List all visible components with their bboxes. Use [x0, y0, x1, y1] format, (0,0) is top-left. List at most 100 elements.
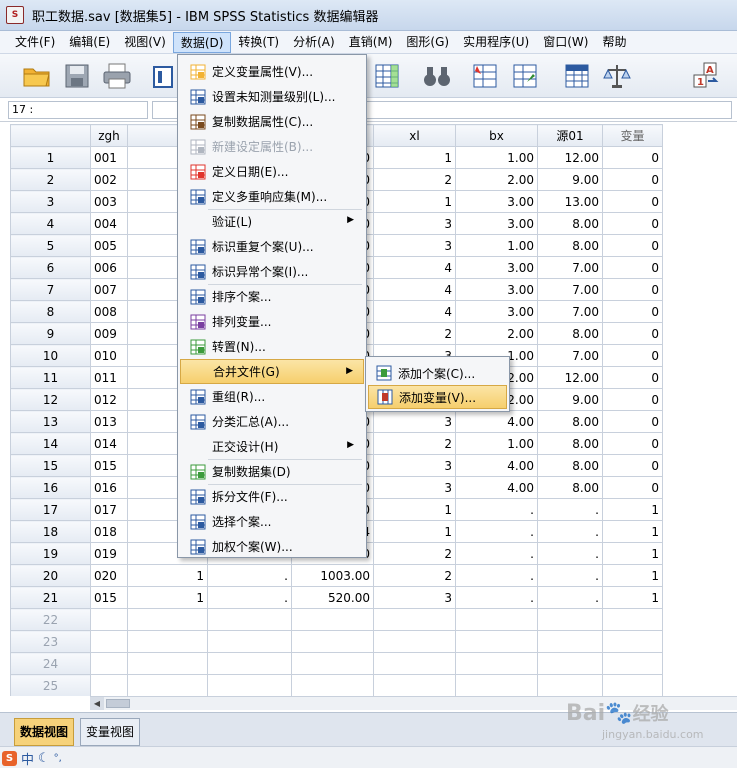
cell-col3[interactable]: . — [207, 586, 292, 609]
cell-source01[interactable]: 0 — [602, 366, 663, 389]
cell-xl[interactable]: 2.00 — [455, 168, 538, 191]
cell-bx[interactable]: . — [537, 586, 603, 609]
table-row[interactable]: 22 — [10, 608, 663, 631]
cell-col4[interactable]: 520.00 — [291, 586, 374, 609]
data-menu-item-3[interactable]: 新建设定属性(B)... — [180, 134, 364, 159]
column-header-source01[interactable]: 源01 — [537, 124, 603, 147]
insert-variable-icon[interactable] — [508, 60, 542, 92]
data-menu-item-8[interactable]: 标识异常个案(I)... — [180, 259, 364, 284]
cell-source01[interactable]: 0 — [602, 146, 663, 169]
dialog-recall-icon[interactable] — [146, 60, 180, 92]
cell-zc[interactable]: 2 — [373, 322, 456, 345]
cell-xl[interactable] — [455, 674, 538, 696]
cell-bx[interactable]: 7.00 — [537, 300, 603, 323]
cell-bx[interactable]: 8.00 — [537, 476, 603, 499]
menu-utilities[interactable]: 实用程序(U) — [456, 32, 536, 53]
cell-col3[interactable] — [207, 674, 292, 696]
row-header[interactable]: 20 — [10, 564, 91, 587]
cell-zgh[interactable]: 009 — [90, 322, 128, 345]
row-header[interactable]: 19 — [10, 542, 91, 565]
cell-zgh[interactable]: 005 — [90, 234, 128, 257]
cell-bx[interactable]: 8.00 — [537, 234, 603, 257]
cell-xb[interactable]: 1 — [127, 586, 208, 609]
cell-bx[interactable]: 8.00 — [537, 410, 603, 433]
cell-zc[interactable]: 3 — [373, 410, 456, 433]
cell-xl[interactable]: 3.00 — [455, 300, 538, 323]
cell-xl[interactable]: . — [455, 498, 538, 521]
menu-edit[interactable]: 编辑(E) — [62, 32, 117, 53]
cell-zgh[interactable]: 020 — [90, 564, 128, 587]
cell-xl[interactable]: . — [455, 520, 538, 543]
row-header[interactable]: 12 — [10, 388, 91, 411]
split-file-icon[interactable] — [560, 60, 594, 92]
row-header[interactable]: 8 — [10, 300, 91, 323]
cell-source01[interactable]: 1 — [602, 498, 663, 521]
tab-data-view[interactable]: 数据视图 — [14, 718, 75, 746]
cell-xl[interactable]: 1.00 — [455, 432, 538, 455]
data-menu-item-19[interactable]: 加权个案(W)... — [180, 534, 364, 559]
data-menu-item-11[interactable]: 转置(N)... — [180, 334, 364, 359]
cell-bx[interactable]: 9.00 — [537, 388, 603, 411]
menu-direct-marketing[interactable]: 直销(M) — [342, 32, 400, 53]
cell-xl[interactable] — [455, 608, 538, 631]
row-header[interactable]: 23 — [10, 630, 91, 653]
cell-source01[interactable]: 0 — [602, 212, 663, 235]
cell-xl[interactable]: 3.00 — [455, 190, 538, 213]
cell-source01[interactable]: 1 — [602, 542, 663, 565]
cell-col3[interactable]: . — [207, 564, 292, 587]
cell-col4[interactable] — [291, 630, 374, 653]
table-row[interactable]: 20 020 1. 1003.00 2.. 1 — [10, 564, 663, 587]
cell-xl[interactable]: 1.00 — [455, 146, 538, 169]
cell-bx[interactable]: . — [537, 542, 603, 565]
cell-source01[interactable] — [602, 630, 663, 653]
row-header[interactable]: 21 — [10, 586, 91, 609]
cell-zc[interactable]: 4 — [373, 256, 456, 279]
cell-xl[interactable] — [455, 652, 538, 675]
column-header-zgh[interactable]: zgh — [90, 124, 128, 147]
cell-source01[interactable]: 0 — [602, 234, 663, 257]
cell-xl[interactable]: 3.00 — [455, 212, 538, 235]
row-header[interactable]: 4 — [10, 212, 91, 235]
cell-bx[interactable]: 13.00 — [537, 190, 603, 213]
cell-bx[interactable]: 9.00 — [537, 168, 603, 191]
data-menu-item-5[interactable]: 定义多重响应集(M)... — [180, 184, 364, 209]
column-header-bx[interactable]: bx — [455, 124, 538, 147]
cell-bx[interactable]: 7.00 — [537, 256, 603, 279]
row-header[interactable]: 5 — [10, 234, 91, 257]
punctuation-icon[interactable]: °, — [54, 753, 62, 764]
cell-zgh[interactable]: 011 — [90, 366, 128, 389]
table-row[interactable]: 23 — [10, 630, 663, 653]
cell-zc[interactable] — [373, 608, 456, 631]
cell-xb[interactable] — [127, 608, 208, 631]
menu-window[interactable]: 窗口(W) — [536, 32, 595, 53]
cell-source01[interactable]: 1 — [602, 586, 663, 609]
row-header[interactable]: 18 — [10, 520, 91, 543]
cell-xb[interactable] — [127, 630, 208, 653]
variables-grid-icon[interactable] — [370, 60, 404, 92]
weight-cases-icon[interactable] — [600, 60, 634, 92]
cell-zgh[interactable]: 018 — [90, 520, 128, 543]
cell-source01[interactable] — [602, 652, 663, 675]
cell-zgh[interactable]: 008 — [90, 300, 128, 323]
cell-zc[interactable]: 1 — [373, 146, 456, 169]
save-icon[interactable] — [60, 60, 94, 92]
cell-bx[interactable]: 8.00 — [537, 432, 603, 455]
row-header[interactable]: 3 — [10, 190, 91, 213]
cell-zc[interactable]: 1 — [373, 498, 456, 521]
cell-source01[interactable]: 1 — [602, 564, 663, 587]
cell-zgh[interactable]: 019 — [90, 542, 128, 565]
data-menu-item-15[interactable]: 正交设计(H) ▶ — [180, 434, 364, 459]
row-header[interactable]: 14 — [10, 432, 91, 455]
cell-col4[interactable]: 1003.00 — [291, 564, 374, 587]
cell-zc[interactable]: 1 — [373, 520, 456, 543]
menu-data[interactable]: 数据(D) — [172, 31, 232, 53]
cell-zgh[interactable]: 013 — [90, 410, 128, 433]
row-header[interactable]: 17 — [10, 498, 91, 521]
cell-xb[interactable] — [127, 674, 208, 696]
cell-zc[interactable] — [373, 674, 456, 696]
cell-zc[interactable] — [373, 652, 456, 675]
cell-source01[interactable]: 0 — [602, 388, 663, 411]
open-folder-icon[interactable] — [20, 60, 54, 92]
value-labels-icon[interactable]: A1 — [690, 60, 724, 92]
ime-toolbar[interactable]: S 中 ☾ °, — [2, 749, 82, 768]
